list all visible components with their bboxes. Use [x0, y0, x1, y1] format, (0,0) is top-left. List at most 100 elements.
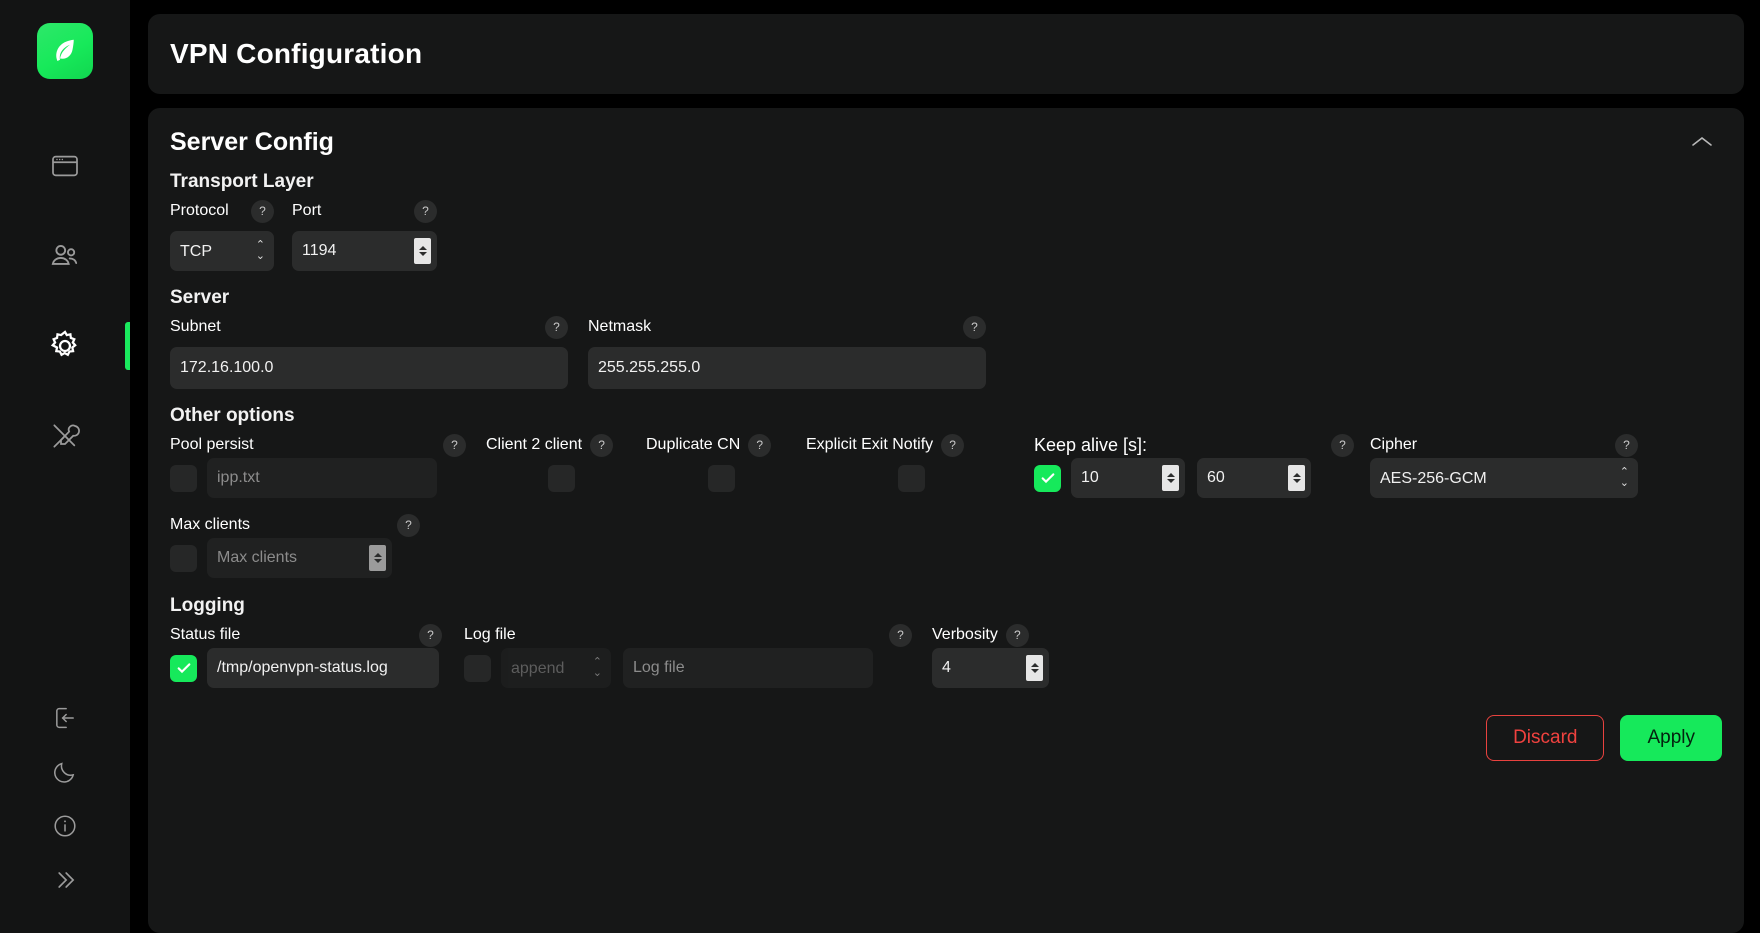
sidebar-item-settings[interactable]: [0, 301, 130, 391]
transport-layer-title: Transport Layer: [170, 171, 314, 192]
form-actions: Discard Apply: [170, 715, 1722, 761]
keep-alive-timeout-stepper[interactable]: [1288, 465, 1305, 491]
client2client-checkbox[interactable]: [547, 464, 575, 492]
netmask-help-icon[interactable]: ?: [963, 315, 986, 339]
keep-alive-help-icon[interactable]: ?: [1331, 433, 1354, 457]
verbosity-label: Verbosity: [932, 626, 998, 643]
log-file-path-input[interactable]: [623, 648, 873, 688]
log-file-mode-wrap: append ⌃ ⌄: [501, 648, 611, 688]
netmask-field: Netmask ?: [588, 315, 986, 389]
chevron-double-right-icon: [51, 866, 79, 894]
status-file-field: Status file ?: [170, 623, 442, 689]
explicit-exit-notify-checkbox[interactable]: [897, 464, 925, 492]
duplicate-cn-field: Duplicate CN ?: [646, 433, 796, 499]
subnet-help-icon[interactable]: ?: [545, 315, 568, 339]
keep-alive-label: Keep alive [s]:: [1034, 434, 1148, 455]
pool-persist-checkbox[interactable]: [170, 464, 197, 492]
max-clients-field: Max clients ?: [170, 513, 420, 579]
port-stepper[interactable]: [414, 238, 431, 264]
main-content: VPN Configuration Server Config Transpor…: [130, 0, 1760, 933]
explicit-exit-notify-help-icon[interactable]: ?: [941, 433, 965, 457]
protocol-select[interactable]: TCP: [170, 231, 274, 271]
cipher-label: Cipher: [1370, 436, 1418, 453]
verbosity-help-icon[interactable]: ?: [1005, 623, 1029, 647]
client2client-field: Client 2 client ?: [486, 433, 636, 499]
sidebar-item-dashboard[interactable]: [0, 121, 130, 211]
log-file-mode-select[interactable]: append: [501, 648, 611, 688]
gear-icon: [47, 328, 83, 364]
cipher-help-icon[interactable]: ?: [1615, 433, 1638, 457]
log-file-help-icon[interactable]: ?: [889, 623, 912, 647]
apply-button[interactable]: Apply: [1620, 715, 1722, 761]
sidebar-item-theme[interactable]: [0, 745, 130, 799]
section-title: Server Config: [170, 128, 334, 156]
users-icon: [48, 239, 82, 273]
cipher-select[interactable]: AES-256-GCM: [1370, 458, 1638, 498]
port-help-icon[interactable]: ?: [414, 199, 437, 223]
moon-icon: [51, 758, 79, 786]
logging-title: Logging: [170, 595, 245, 616]
netmask-label: Netmask: [588, 318, 652, 335]
status-file-input[interactable]: [207, 648, 439, 688]
status-file-checkbox[interactable]: [170, 654, 197, 682]
sidebar-item-logout[interactable]: [0, 691, 130, 745]
log-file-controls: append ⌃ ⌄: [464, 647, 912, 689]
app-root: VPN Configuration Server Config Transpor…: [0, 0, 1760, 933]
verbosity-controls: [932, 647, 1052, 689]
pool-persist-controls: [170, 457, 466, 499]
cipher-select-wrap: AES-256-GCM ⌃ ⌄: [1370, 458, 1638, 498]
sidebar-item-info[interactable]: [0, 799, 130, 853]
explicit-exit-notify-label: Explicit Exit Notify: [806, 436, 934, 453]
other-options-title: Other options: [170, 405, 295, 426]
discard-button[interactable]: Discard: [1486, 715, 1605, 761]
keep-alive-interval-stepper[interactable]: [1162, 465, 1179, 491]
server-group-title: Server: [170, 287, 230, 308]
protocol-help-icon[interactable]: ?: [251, 199, 274, 223]
explicit-exit-notify-controls: [806, 457, 1016, 499]
verbosity-stepper[interactable]: [1026, 655, 1043, 681]
logout-icon: [51, 704, 79, 732]
server-config-card: Server Config Transport Layer Protocol ?…: [148, 108, 1744, 933]
status-file-controls: [170, 647, 442, 689]
max-clients-input[interactable]: [207, 538, 392, 578]
sidebar-item-tools[interactable]: [0, 391, 130, 481]
max-clients-checkbox[interactable]: [170, 544, 197, 572]
explicit-exit-notify-field: Explicit Exit Notify ?: [806, 433, 1016, 499]
verbosity-field: Verbosity ?: [932, 623, 1052, 689]
pool-persist-help-icon[interactable]: ?: [443, 433, 466, 457]
other-options-row: Pool persist ? Client 2 client: [170, 433, 1722, 499]
client2client-help-icon[interactable]: ?: [590, 433, 614, 457]
max-clients-stepper[interactable]: [369, 545, 386, 571]
sidebar-item-expand[interactable]: [0, 853, 130, 907]
client2client-label: Client 2 client: [486, 436, 583, 453]
leaf-logo[interactable]: [37, 23, 93, 79]
status-file-help-icon[interactable]: ?: [419, 623, 442, 647]
duplicate-cn-label: Duplicate CN: [646, 436, 741, 453]
log-file-checkbox[interactable]: [464, 654, 491, 682]
port-number-wrap: [292, 231, 437, 271]
sidebar-item-users[interactable]: [0, 211, 130, 301]
log-file-field: Log file ? append ⌃ ⌄: [464, 623, 912, 689]
port-label: Port: [292, 202, 322, 219]
max-clients-controls: [170, 537, 420, 579]
chevron-up-icon: [1690, 136, 1714, 153]
pool-persist-label: Pool persist: [170, 436, 254, 453]
netmask-input[interactable]: [588, 347, 986, 389]
subnet-input[interactable]: [170, 347, 568, 389]
duplicate-cn-checkbox[interactable]: [707, 464, 735, 492]
keep-alive-checkbox[interactable]: [1034, 464, 1061, 492]
sidebar: [0, 0, 130, 933]
collapse-toggle-button[interactable]: [1682, 128, 1722, 156]
protocol-field: Protocol ? TCP ⌃ ⌄: [170, 199, 274, 271]
verbosity-number-wrap: [932, 648, 1049, 688]
sidebar-nav-top: [0, 121, 130, 481]
keep-alive-controls: [1034, 457, 1354, 499]
client2client-controls: [486, 457, 636, 499]
page-header: VPN Configuration: [148, 14, 1744, 94]
window-icon: [49, 150, 81, 182]
port-field: Port ?: [292, 199, 437, 271]
pool-persist-input[interactable]: [207, 458, 437, 498]
sidebar-nav-bottom: [0, 691, 130, 907]
max-clients-help-icon[interactable]: ?: [397, 513, 420, 537]
duplicate-cn-help-icon[interactable]: ?: [748, 433, 772, 457]
